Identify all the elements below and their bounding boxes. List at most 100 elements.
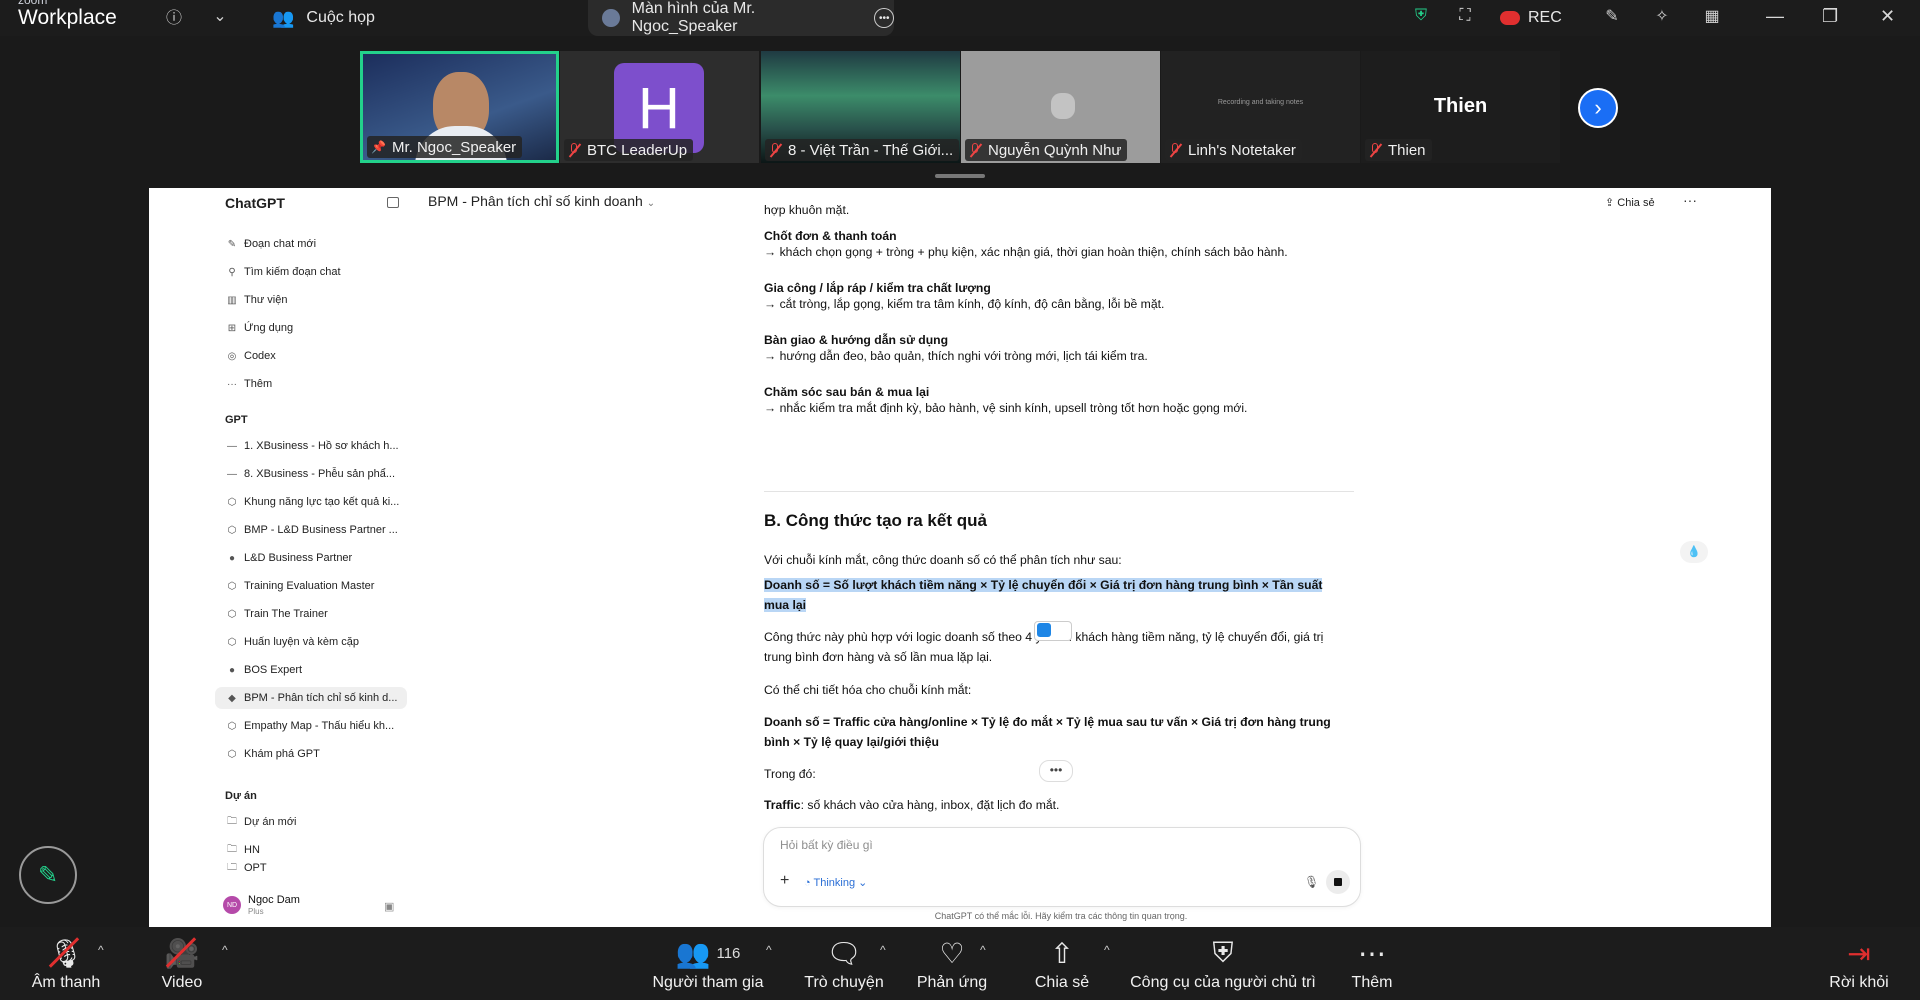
participant-tile-speaker[interactable]: 📌 Mr. Ngoc_Speaker [360, 51, 559, 163]
focus-icon[interactable]: ⛶ [1452, 4, 1478, 28]
gpt-avatar-icon: ● [228, 664, 236, 676]
microphone-icon[interactable]: 🎙 [1304, 875, 1319, 889]
participant-tile[interactable]: 8 - Việt Trần - Thế Giới... [761, 51, 960, 163]
more-button[interactable]: ⋯ Thêm [1344, 927, 1400, 1000]
cloud-record-icon [1500, 11, 1520, 25]
sidebar-item-apps[interactable]: ⊞ Ứng dụng [225, 317, 405, 339]
mic-muted-icon [1169, 142, 1182, 158]
participant-tile[interactable]: Nguyễn Quỳnh Như [961, 51, 1160, 163]
host-tools-button[interactable]: ⛨ Công cụ của người chủ trì [1130, 927, 1316, 1000]
upload-icon: ⇪ [1605, 197, 1615, 209]
chevron-down-icon: ⌄ [646, 198, 656, 209]
cube-icon: ⬡ [227, 748, 237, 760]
sidebar-item-gpt[interactable]: ⬡ Training Evaluation Master [225, 575, 405, 597]
thinking-mode-selector[interactable]: ◔ Thinking ⌄ [804, 876, 867, 889]
edit-icon[interactable]: ✎ [1599, 4, 1625, 28]
apps-icon: ⊞ [227, 322, 237, 334]
more-options-icon[interactable]: ··· [1683, 192, 1697, 208]
restore-icon[interactable]: ❐ [1822, 6, 1838, 27]
sidebar-item-search[interactable]: ⚲ Tìm kiếm đoạn chat [225, 261, 405, 283]
annotate-icon[interactable]: ✎ [19, 846, 77, 904]
message-text: hợp khuôn mặt. [764, 203, 850, 217]
share-screen-button[interactable]: ⇧ Chia sẻ [1026, 927, 1098, 1000]
sidebar-item-gpt[interactable]: ⬡ Empathy Map - Thấu hiểu kh... [225, 715, 405, 737]
sidebar-toggle-icon[interactable] [387, 197, 399, 208]
gpt-section-header: GPT [225, 414, 248, 426]
mic-muted-icon: 🎙 [48, 937, 84, 969]
user-name: Ngoc Dam [248, 894, 300, 906]
sidebar-item-gpt-active[interactable]: ◆ BPM - Phân tích chỉ số kinh d... [215, 687, 407, 709]
sidebar-item-more[interactable]: ··· Thêm [225, 373, 405, 395]
sidebar-item-gpt[interactable]: —8. XBusiness - Phễu sản phẩ... [225, 463, 405, 485]
participants-options-caret[interactable]: ^ [766, 943, 772, 957]
sidebar-item-codex[interactable]: ◎ Codex [225, 345, 405, 367]
cube-icon: ⬡ [227, 524, 237, 536]
more-options-icon[interactable]: ••• [874, 8, 894, 28]
sidebar-item-gpt[interactable]: ⬡ BMP - L&D Business Partner ... [225, 519, 405, 541]
leave-button[interactable]: ⇥ Rời khỏi [1824, 927, 1894, 1000]
participant-display-name: Thien [1433, 95, 1488, 117]
chat-composer[interactable]: Hỏi bất kỳ điều gì + ◔ Thinking ⌄ 🎙 [763, 827, 1361, 907]
minimize-icon[interactable]: — [1766, 6, 1784, 27]
participant-tile[interactable]: H BTC LeaderUp [560, 51, 759, 163]
tab-screen-share[interactable]: Màn hình của Mr. Ngoc_Speaker ••• [588, 0, 894, 36]
gift-icon[interactable]: ▣ [384, 900, 394, 913]
recording-indicator[interactable]: REC [1500, 0, 1562, 36]
chevron-down-icon[interactable]: ⌄ [207, 4, 233, 28]
chat-button[interactable]: 🗨 Trò chuyện [802, 927, 886, 1000]
mic-muted-icon [1369, 142, 1382, 158]
sidebar-item-gpt[interactable]: ⬡ Khung năng lực tạo kết quả ki... [225, 491, 405, 513]
participants-button[interactable]: 👥 116 Người tham gia [650, 927, 766, 1000]
sidebar-item-new-chat[interactable]: ✎ Đoạn chat mới [225, 233, 405, 255]
video-options-caret[interactable]: ^ [222, 943, 228, 957]
ai-companion-icon[interactable]: ✧ [1649, 4, 1675, 28]
avatar [602, 9, 620, 27]
audio-button[interactable]: 🎙 Âm thanh [28, 927, 104, 1000]
share-options-caret[interactable]: ^ [1104, 943, 1110, 957]
reactions-options-caret[interactable]: ^ [980, 943, 986, 957]
resize-handle[interactable] [935, 174, 985, 178]
audio-options-caret[interactable]: ^ [98, 943, 104, 957]
sidebar-item-new-project[interactable]: 🗀 Dự án mới [225, 811, 405, 833]
close-icon[interactable]: ✕ [1880, 6, 1895, 27]
chatgpt-brand[interactable]: ChatGPT [225, 195, 285, 211]
tab-meeting[interactable]: 👥 Cuộc họp [272, 0, 375, 36]
next-page-icon[interactable]: › [1578, 88, 1618, 128]
heart-icon: ♡ [939, 938, 965, 969]
chat-title-dropdown[interactable]: BPM - Phân tích chỉ số kinh doanh ⌄ [428, 193, 655, 209]
user-plan: Plus [248, 907, 264, 916]
share-button[interactable]: ⇪ Chia sẻ [1605, 196, 1655, 209]
sidebar-item-project[interactable]: 🗀 OPT [225, 863, 405, 873]
sidebar-item-gpt[interactable]: ● L&D Business Partner [225, 547, 405, 569]
leave-icon: ⇥ [1847, 938, 1871, 969]
sidebar-item-explore-gpt[interactable]: ⬡ Khám phá GPT [225, 743, 405, 765]
user-profile[interactable]: ND Ngoc Dam Plus [223, 894, 300, 916]
sidebar-item-gpt[interactable]: ⬡ Huấn luyện và kèm cặp [225, 631, 405, 653]
sidebar-item-gpt[interactable]: —1. XBusiness - Hồ sơ khách h... [225, 435, 405, 457]
gpt-icon: — [227, 440, 237, 452]
translate-popup[interactable] [1034, 621, 1072, 641]
info-icon[interactable]: ⓘ [161, 4, 187, 28]
sidebar-item-gpt[interactable]: ⬡ Train The Trainer [225, 603, 405, 625]
message-text: Với chuỗi kính mắt, công thức doanh số c… [764, 553, 1122, 567]
chat-options-caret[interactable]: ^ [880, 943, 886, 957]
notetaker-status: Recording and taking notes [1217, 99, 1304, 106]
prompt-input[interactable]: Hỏi bất kỳ điều gì [780, 838, 873, 852]
participant-tile[interactable]: Recording and taking notes Linh's Noteta… [1161, 51, 1360, 163]
stop-generation-button[interactable] [1326, 870, 1350, 894]
search-icon: ⚲ [228, 266, 236, 278]
avatar: ND [223, 896, 241, 914]
sidebar-item-library[interactable]: ▥ Thư viện [225, 289, 405, 311]
participant-tile[interactable]: Thien Thien [1361, 51, 1560, 163]
chat-bubble-icon: 🗨 [826, 938, 862, 969]
apps-icon[interactable]: ▦ [1699, 4, 1725, 28]
more-options-icon[interactable]: ••• [1039, 760, 1073, 782]
droplet-icon[interactable]: 💧 [1680, 541, 1708, 563]
reactions-button[interactable]: ♡ Phản ứng [916, 927, 988, 1000]
shield-check-icon[interactable]: ⛨ [1408, 4, 1434, 28]
add-attachment-icon[interactable]: + [780, 872, 789, 890]
sidebar-item-project[interactable]: 🗀 HN [225, 839, 405, 861]
sidebar-item-gpt[interactable]: ● BOS Expert [225, 659, 405, 681]
video-off-icon: 🎥 [165, 936, 199, 972]
video-button[interactable]: 🎥 Video [150, 927, 214, 1000]
